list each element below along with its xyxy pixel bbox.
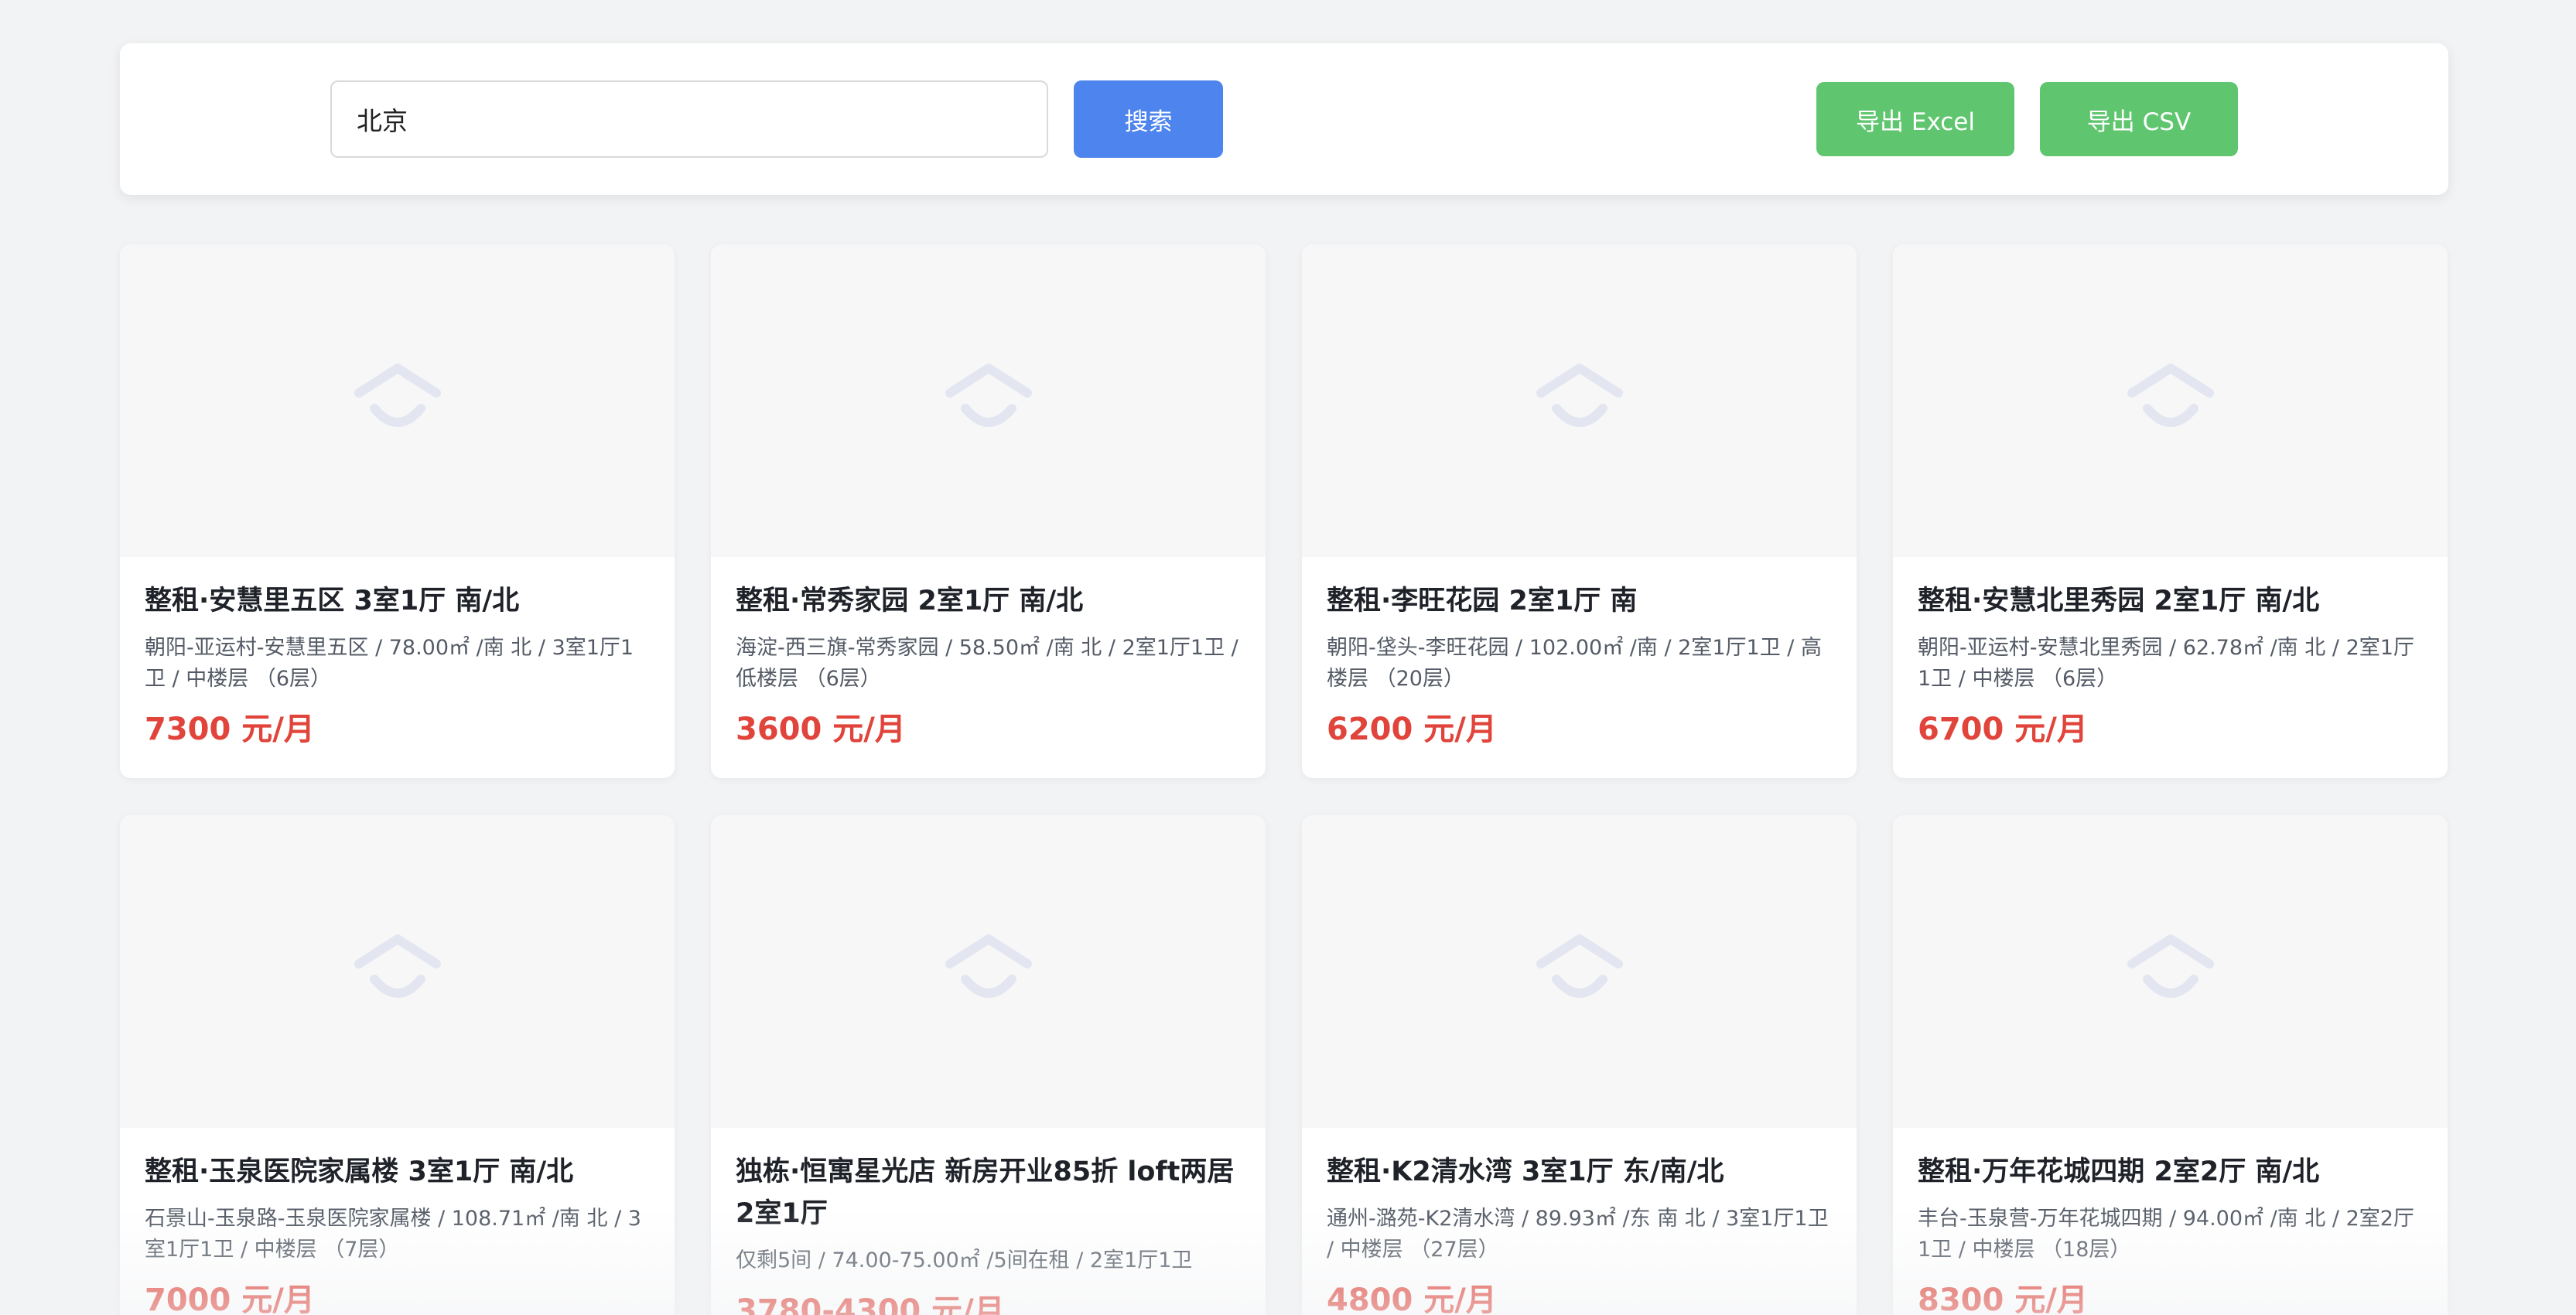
house-placeholder-icon (945, 364, 1032, 427)
listing-description: 丰台-玉泉营-万年花城四期 / 94.00㎡ /南 北 / 2室2厅1卫 / 中… (1918, 1207, 2414, 1262)
listing-card[interactable]: 整租·安慧里五区 3室1厅 南/北 朝阳-亚运村-安慧里五区 / 78.00㎡ … (120, 244, 675, 778)
toolbar: 搜索 导出 Excel 导出 CSV (120, 43, 2448, 195)
listing-description: 通州-潞苑-K2清水湾 / 89.93㎡ /东 南 北 / 3室1厅1卫 / 中… (1327, 1207, 1829, 1262)
house-placeholder-icon (1536, 364, 1623, 427)
listing-grid: 整租·安慧里五区 3室1厅 南/北 朝阳-亚运村-安慧里五区 / 78.00㎡ … (120, 244, 2448, 1315)
listing-price: 7000 元/月 (145, 1283, 315, 1315)
listing-description: 朝阳-亚运村-安慧里五区 / 78.00㎡ /南 北 / 3室1厅1卫 / 中楼… (145, 636, 634, 691)
house-placeholder-icon (354, 934, 441, 998)
listing-image-placeholder (1302, 244, 1857, 557)
listing-card[interactable]: 独栋·恒寓星光店 新房开业85折 loft两居2室1厅 仅剩5间 / 74.00… (711, 815, 1266, 1315)
listing-image-placeholder (120, 244, 675, 557)
house-placeholder-icon (2127, 364, 2214, 427)
listing-price: 3600 元/月 (736, 712, 906, 747)
listing-description: 仅剩5间 / 74.00-75.00㎡ /5间在租 / 2室1厅1卫 (736, 1248, 1193, 1272)
listing-description: 朝阳-垡头-李旺花园 / 102.00㎡ /南 / 2室1厅1卫 / 高楼层 （… (1327, 636, 1822, 691)
listing-image-placeholder (1893, 815, 2448, 1128)
listing-price: 6200 元/月 (1327, 712, 1497, 747)
listing-title: 整租·李旺花园 2室1厅 南 (1327, 586, 1638, 617)
listing-card[interactable]: 整租·李旺花园 2室1厅 南 朝阳-垡头-李旺花园 / 102.00㎡ /南 /… (1302, 244, 1857, 778)
listing-description: 海淀-西三旗-常秀家园 / 58.50㎡ /南 北 / 2室1厅1卫 / 低楼层… (736, 636, 1238, 691)
listing-price: 7300 元/月 (145, 712, 315, 747)
listing-price: 6700 元/月 (1918, 712, 2088, 747)
listing-image-placeholder (120, 815, 675, 1128)
search-input[interactable] (330, 80, 1048, 158)
house-placeholder-icon (2127, 934, 2214, 998)
listing-card[interactable]: 整租·常秀家园 2室1厅 南/北 海淀-西三旗-常秀家园 / 58.50㎡ /南… (711, 244, 1266, 778)
listing-title: 独栋·恒寓星光店 新房开业85折 loft两居2室1厅 (736, 1156, 1235, 1229)
listing-image-placeholder (711, 815, 1266, 1128)
listing-card[interactable]: 整租·玉泉医院家属楼 3室1厅 南/北 石景山-玉泉路-玉泉医院家属楼 / 10… (120, 815, 675, 1315)
house-placeholder-icon (354, 364, 441, 427)
listing-title: 整租·安慧里五区 3室1厅 南/北 (145, 586, 520, 617)
listing-title: 整租·K2清水湾 3室1厅 东/南/北 (1327, 1156, 1724, 1187)
listing-price: 8300 元/月 (1918, 1283, 2088, 1315)
listing-card[interactable]: 整租·K2清水湾 3室1厅 东/南/北 通州-潞苑-K2清水湾 / 89.93㎡… (1302, 815, 1857, 1315)
listing-image-placeholder (1893, 244, 2448, 557)
listing-card[interactable]: 整租·万年花城四期 2室2厅 南/北 丰台-玉泉营-万年花城四期 / 94.00… (1893, 815, 2448, 1315)
listing-title: 整租·玉泉医院家属楼 3室1厅 南/北 (145, 1156, 574, 1187)
listing-card[interactable]: 整租·安慧北里秀园 2室1厅 南/北 朝阳-亚运村-安慧北里秀园 / 62.78… (1893, 244, 2448, 778)
listing-title: 整租·安慧北里秀园 2室1厅 南/北 (1918, 586, 2320, 617)
listing-image-placeholder (711, 244, 1266, 557)
listing-price: 3780-4300 元/月 (736, 1293, 1005, 1315)
listing-title: 整租·常秀家园 2室1厅 南/北 (736, 586, 1084, 617)
listing-title: 整租·万年花城四期 2室2厅 南/北 (1918, 1156, 2320, 1187)
listing-description: 朝阳-亚运村-安慧北里秀园 / 62.78㎡ /南 北 / 2室1厅1卫 / 中… (1918, 636, 2414, 691)
listing-price: 4800 元/月 (1327, 1283, 1497, 1315)
house-placeholder-icon (1536, 934, 1623, 998)
house-placeholder-icon (945, 934, 1032, 998)
listing-image-placeholder (1302, 815, 1857, 1128)
listing-description: 石景山-玉泉路-玉泉医院家属楼 / 108.71㎡ /南 北 / 3室1厅1卫 … (145, 1207, 641, 1262)
page: 搜索 导出 Excel 导出 CSV 整租·安慧里五区 3室1厅 南/北 朝阳-… (0, 0, 2576, 1315)
export-csv-button[interactable]: 导出 CSV (2040, 82, 2238, 156)
export-excel-button[interactable]: 导出 Excel (1816, 82, 2014, 156)
search-button[interactable]: 搜索 (1074, 80, 1223, 158)
